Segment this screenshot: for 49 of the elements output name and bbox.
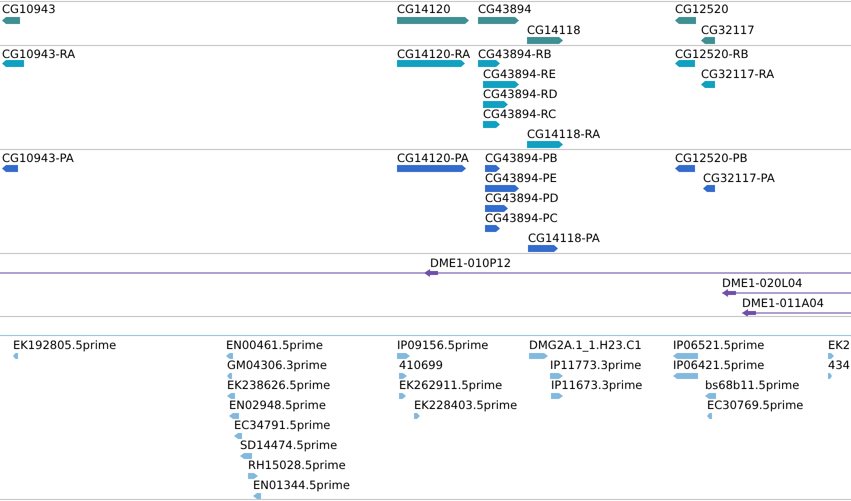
feature-label[interactable]: CG12520-PB bbox=[675, 152, 748, 164]
feature-label[interactable]: IP06421.5prime bbox=[673, 359, 764, 371]
feature-label[interactable]: CG32117 bbox=[701, 24, 755, 36]
feature-label[interactable]: CG32117-PA bbox=[703, 172, 775, 184]
feature-label[interactable]: EK228403.5prime bbox=[414, 399, 518, 411]
feature-label[interactable]: DMG2A.1_1.H23.C1 bbox=[529, 339, 642, 351]
feature-label[interactable]: CG43894-PD bbox=[485, 192, 558, 204]
feature-label[interactable]: GM04306.3prime bbox=[227, 359, 327, 371]
feature-label[interactable]: EC34791.5prime bbox=[234, 419, 330, 431]
feature-label[interactable]: IP11673.3prime bbox=[551, 379, 642, 391]
feature-label[interactable]: EC30769.5prime bbox=[707, 399, 804, 411]
feature-label[interactable]: CG10943-PA bbox=[2, 152, 74, 164]
feature-label[interactable]: CG14120-PA bbox=[397, 152, 469, 164]
feature-label[interactable]: CG43894-PC bbox=[485, 212, 558, 224]
feature-label[interactable]: CG32117-RA bbox=[701, 68, 774, 80]
feature-label[interactable]: IP09156.5prime bbox=[397, 339, 488, 351]
feature-label[interactable]: CG43894-RE bbox=[483, 68, 556, 80]
feature-label[interactable]: RH15028.5prime bbox=[248, 459, 346, 471]
feature-label[interactable]: 410699 bbox=[399, 359, 443, 371]
feature-label[interactable]: EK2 bbox=[828, 339, 850, 351]
feature-label[interactable]: EK238626.5prime bbox=[227, 379, 330, 391]
feature-label[interactable]: CG10943 bbox=[2, 3, 56, 15]
feature-label[interactable]: CG14120-RA bbox=[397, 48, 470, 60]
feature-label[interactable]: CG12520-RB bbox=[675, 48, 749, 60]
feature-label[interactable]: CG43894-RC bbox=[483, 108, 556, 120]
feature-label[interactable]: EN02948.5prime bbox=[229, 399, 326, 411]
feature-label[interactable]: CG43894-RD bbox=[483, 88, 558, 100]
feature-label[interactable]: bs68b11.5prime bbox=[705, 379, 800, 391]
feature-label[interactable]: CG10943-RA bbox=[2, 48, 76, 60]
feature-label[interactable]: IP06521.5prime bbox=[673, 339, 764, 351]
feature-label[interactable]: EN01344.5prime bbox=[253, 479, 350, 491]
feature-label[interactable]: EK262911.5prime bbox=[399, 379, 502, 391]
feature-label[interactable]: CG43894 bbox=[478, 3, 532, 15]
feature-label[interactable]: CG14118 bbox=[527, 24, 581, 36]
feature-label[interactable]: CG14120 bbox=[397, 3, 451, 15]
feature-label[interactable]: EK192805.5prime bbox=[13, 339, 116, 351]
feature-label[interactable]: EN00461.5prime bbox=[226, 339, 323, 351]
feature-label[interactable]: 434 bbox=[828, 359, 850, 371]
feature-label[interactable]: CG43894-PE bbox=[485, 172, 557, 184]
feature-label[interactable]: CG43894-PB bbox=[485, 152, 558, 164]
feature-label[interactable]: DME1-020L04 bbox=[722, 277, 802, 289]
feature-label[interactable]: SD14474.5prime bbox=[240, 439, 338, 451]
feature-label[interactable]: IP11773.3prime bbox=[550, 359, 642, 371]
feature-label[interactable]: CG14118-PA bbox=[528, 232, 600, 244]
feature-label[interactable]: DME1-011A04 bbox=[742, 297, 824, 309]
feature-label[interactable]: CG12520 bbox=[675, 3, 729, 15]
feature-label[interactable]: CG43894-RB bbox=[478, 48, 552, 60]
feature-label[interactable]: CG14118-RA bbox=[527, 128, 600, 140]
feature-label[interactable]: DME1-010P12 bbox=[430, 257, 512, 269]
